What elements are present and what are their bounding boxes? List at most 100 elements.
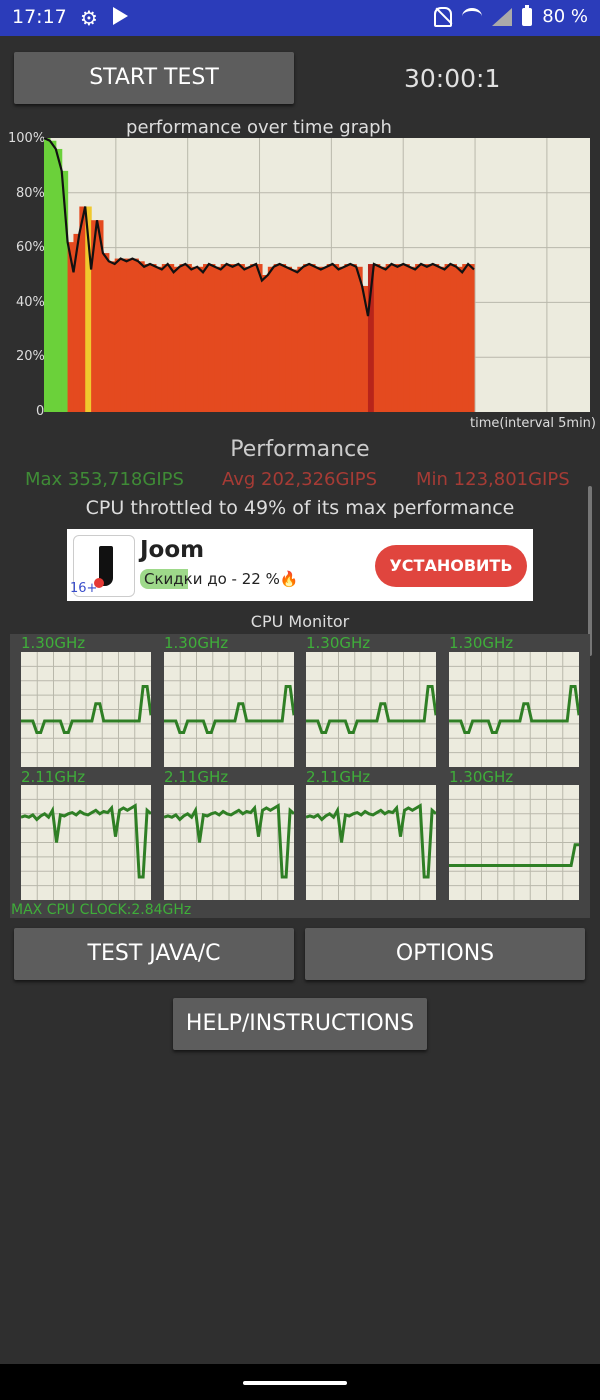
performance-fill-column [397, 264, 404, 412]
wifi-icon [462, 8, 483, 25]
performance-fill-column [155, 266, 163, 412]
performance-fill-column [238, 264, 245, 412]
ad-install-button[interactable]: УСТАНОВИТЬ [375, 545, 527, 587]
y-tick-60: 60% [16, 240, 45, 255]
min-performance: Min 123,801GIPS [416, 469, 570, 490]
performance-fill-column [432, 264, 440, 412]
performance-fill-column [309, 264, 316, 412]
performance-fill-column [297, 266, 304, 412]
performance-fill-column [232, 264, 239, 412]
signal-icon [492, 7, 513, 26]
core-graph [306, 785, 436, 900]
battery-percent: 80 % [542, 6, 588, 27]
performance-fill-column [314, 266, 322, 412]
performance-fill-column [167, 264, 175, 412]
performance-fill-column [250, 264, 257, 412]
performance-fill-column [403, 264, 410, 412]
cpu-monitor-panel: 1.30GHz 1.30GHz 1.30GHz 1.30GHz 2.11GHz … [10, 634, 590, 918]
performance-fill-column [144, 264, 151, 412]
performance-fill-column [391, 264, 399, 412]
core-freq: 1.30GHz [449, 768, 514, 786]
max-cpu-clock: MAX CPU CLOCK:2.84GHz [11, 902, 192, 918]
ad-app-name: Joom [140, 537, 205, 563]
performance-heading: Performance [230, 437, 370, 462]
performance-fill-column [208, 264, 216, 412]
performance-fill-column [326, 264, 334, 412]
navigation-bar [0, 1364, 600, 1400]
options-button[interactable]: OPTIONS [305, 928, 585, 980]
graph-title: performance over time graph [126, 117, 392, 138]
performance-fill-column [379, 266, 387, 412]
performance-fill-column [244, 266, 251, 412]
performance-fill-column [161, 264, 169, 412]
core-freq: 2.11GHz [306, 768, 371, 786]
status-time: 17:17 [12, 6, 67, 28]
core-freq: 1.30GHz [306, 634, 371, 652]
y-tick-100: 100% [8, 131, 46, 146]
start-test-button[interactable]: START TEST [14, 52, 294, 104]
performance-fill-column [332, 264, 340, 412]
ad-promo-text: Скидки до - 22 %🔥 [140, 569, 303, 589]
performance-fill-column [385, 264, 393, 412]
performance-fill-column [102, 253, 110, 412]
y-tick-40: 40% [16, 295, 45, 310]
performance-fill-column [261, 275, 269, 412]
performance-fill-column [120, 258, 128, 412]
performance-fill-column [450, 264, 457, 412]
performance-fill-column [273, 264, 281, 412]
performance-fill-column [444, 264, 452, 412]
core-freq: 2.11GHz [164, 768, 229, 786]
home-gesture-handle[interactable] [243, 1381, 347, 1385]
x-axis-label: time(interval 5min) [470, 416, 596, 431]
performance-fill-column [420, 264, 428, 412]
performance-fill-column [126, 258, 133, 412]
performance-fill-column [132, 258, 139, 412]
max-performance: Max 353,718GIPS [25, 469, 184, 490]
core-graph [449, 785, 579, 900]
performance-fill-column [138, 261, 145, 412]
help-instructions-button[interactable]: HELP/INSTRUCTIONS [173, 998, 427, 1050]
core-graph [21, 785, 151, 900]
performance-fill-column [185, 264, 192, 412]
performance-fill-column [350, 264, 357, 412]
notifications-off-icon [434, 6, 453, 27]
performance-fill-column [344, 264, 351, 412]
performance-fill-column [415, 264, 422, 412]
performance-fill-column [191, 266, 198, 412]
performance-fill-column [468, 264, 475, 412]
performance-fill-column [49, 140, 57, 413]
performance-fill-column [214, 266, 222, 412]
test-timer: 30:00:1 [404, 64, 501, 93]
performance-fill-column [285, 266, 292, 412]
status-bar: 17:17 ⚙ 80 % [0, 0, 600, 36]
performance-fill-column [179, 264, 186, 412]
performance-fill-column [291, 269, 298, 412]
ad-age-rating: 16+ [70, 581, 98, 596]
performance-fill-column [44, 138, 51, 412]
avg-performance: Avg 202,326GIPS [222, 469, 378, 490]
y-tick-80: 80% [16, 186, 45, 201]
performance-fill-column [197, 266, 204, 412]
play-store-icon [113, 7, 128, 25]
core-freq: 1.30GHz [21, 634, 86, 652]
performance-fill-column [256, 264, 263, 412]
performance-fill-column [267, 266, 275, 412]
core-freq: 1.30GHz [164, 634, 229, 652]
performance-fill-column [220, 264, 228, 412]
gear-icon: ⚙ [80, 6, 98, 30]
performance-fill-column [226, 264, 234, 412]
performance-fill-column [114, 258, 122, 412]
performance-fill-column [108, 261, 116, 412]
ad-banner[interactable]: 16+ Joom Скидки до - 22 %🔥 УСТАНОВИТЬ [67, 529, 533, 601]
performance-fill-column [203, 264, 210, 412]
test-java-c-button[interactable]: TEST JAVA/C [14, 928, 294, 980]
performance-fill-column [426, 264, 434, 412]
performance-graph [43, 136, 590, 413]
core-graph [306, 652, 436, 767]
performance-chart [43, 136, 590, 413]
core-graph [449, 652, 579, 767]
performance-fill-column [373, 264, 381, 412]
cpu-monitor-title: CPU Monitor [250, 612, 350, 631]
performance-fill-column [338, 266, 346, 412]
y-tick-20: 20% [16, 349, 45, 364]
